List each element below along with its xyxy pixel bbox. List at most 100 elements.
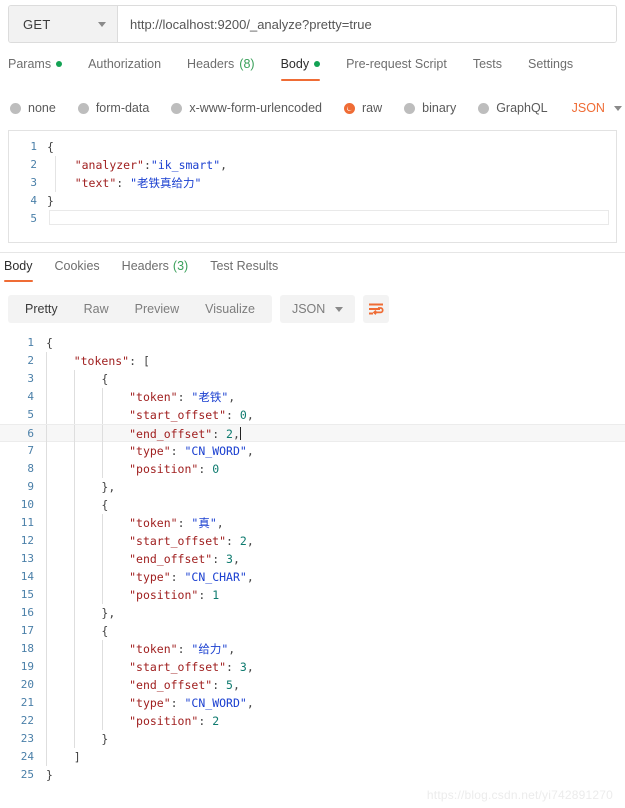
code-text: "tokens": [ bbox=[46, 352, 625, 370]
indent-guide bbox=[73, 658, 75, 676]
code-line[interactable]: 14 "type": "CN_CHAR", bbox=[0, 568, 625, 586]
tab-headers[interactable]: Headers (8) bbox=[187, 55, 255, 81]
body-type-form-data[interactable]: form-data bbox=[77, 101, 149, 115]
code-line[interactable]: 7 "type": "CN_WORD", bbox=[0, 442, 625, 460]
http-method-dropdown[interactable]: GET bbox=[9, 6, 118, 42]
response-tab-test-results[interactable]: Test Results bbox=[210, 257, 278, 282]
radio-selected-icon bbox=[344, 102, 355, 114]
response-tab-test-results-label: Test Results bbox=[210, 259, 279, 273]
code-line[interactable]: 4} bbox=[9, 192, 616, 210]
code-line[interactable]: 15 "position": 1 bbox=[0, 586, 625, 604]
code-line[interactable]: 23 } bbox=[0, 730, 625, 748]
code-line[interactable]: 24 ] bbox=[0, 748, 625, 766]
indent-guide bbox=[101, 514, 103, 532]
body-type-binary[interactable]: binary bbox=[404, 101, 456, 115]
response-tab-body-label: Body bbox=[4, 259, 33, 273]
code-line[interactable]: 16 }, bbox=[0, 604, 625, 622]
code-text: "token": "给力", bbox=[46, 640, 625, 658]
code-line[interactable]: 3 "text": "老铁真给力" bbox=[9, 174, 616, 192]
tab-body[interactable]: Body bbox=[280, 55, 321, 81]
body-type-graphql[interactable]: GraphQL bbox=[478, 101, 548, 115]
indent-guide bbox=[73, 622, 75, 640]
response-view-toggle-group: Pretty Raw Preview Visualize bbox=[8, 295, 272, 323]
line-number: 17 bbox=[20, 624, 34, 637]
tab-authorization[interactable]: Authorization bbox=[88, 55, 161, 81]
code-line[interactable]: 5 bbox=[9, 210, 616, 228]
request-tab-bar: Params Authorization Headers (8) Body Pr… bbox=[8, 55, 617, 89]
code-token: "type" bbox=[129, 696, 171, 710]
indent-guide bbox=[101, 425, 103, 443]
body-type-binary-label: binary bbox=[422, 101, 457, 115]
line-number: 1 bbox=[27, 336, 34, 349]
body-format-label: JSON bbox=[571, 101, 605, 115]
code-line[interactable]: 17 { bbox=[0, 622, 625, 640]
code-line[interactable]: 4 "token": "老铁", bbox=[0, 388, 625, 406]
code-line[interactable]: 10 { bbox=[0, 496, 625, 514]
code-token: : bbox=[177, 516, 192, 530]
code-line[interactable]: 1{ bbox=[9, 138, 616, 156]
body-type-raw-label: raw bbox=[362, 101, 383, 115]
body-format-dropdown[interactable]: JSON bbox=[572, 101, 622, 115]
indent-guide bbox=[101, 460, 103, 478]
view-raw-button[interactable]: Raw bbox=[71, 295, 122, 323]
request-body-editor[interactable]: 1{2 "analyzer":"ik_smart", 3 "text": "老铁真… bbox=[8, 130, 617, 243]
indent-guide bbox=[73, 730, 75, 748]
tab-settings[interactable]: Settings bbox=[528, 55, 573, 81]
code-line[interactable]: 9 }, bbox=[0, 478, 625, 496]
view-preview-button[interactable]: Preview bbox=[122, 295, 192, 323]
code-line[interactable]: 12 "start_offset": 2, bbox=[0, 532, 625, 550]
code-text: }, bbox=[46, 604, 625, 622]
code-line[interactable]: 1{ bbox=[0, 334, 625, 352]
code-token: : [ bbox=[129, 354, 150, 368]
code-token: : bbox=[143, 158, 151, 172]
code-line[interactable]: 19 "start_offset": 3, bbox=[0, 658, 625, 676]
body-type-raw[interactable]: raw bbox=[344, 101, 382, 115]
url-input[interactable]: http://localhost:9200/_analyze?pretty=tr… bbox=[118, 6, 616, 42]
response-tab-cookies[interactable]: Cookies bbox=[55, 257, 100, 282]
tab-tests[interactable]: Tests bbox=[473, 55, 502, 81]
indent-guide bbox=[46, 352, 47, 370]
indent-guide bbox=[46, 730, 47, 748]
view-pretty-button[interactable]: Pretty bbox=[12, 295, 71, 323]
body-type-none[interactable]: none bbox=[10, 101, 56, 115]
code-line[interactable]: 13 "end_offset": 3, bbox=[0, 550, 625, 568]
word-wrap-button[interactable] bbox=[363, 295, 390, 323]
code-line[interactable]: 2 "analyzer":"ik_smart", bbox=[9, 156, 616, 174]
line-number: 11 bbox=[20, 516, 34, 529]
response-format-dropdown[interactable]: JSON bbox=[279, 295, 356, 323]
tab-params[interactable]: Params bbox=[8, 55, 63, 81]
indent-guide bbox=[73, 406, 75, 424]
code-token: 5 bbox=[226, 678, 233, 692]
response-tab-headers[interactable]: Headers (3) bbox=[122, 257, 189, 282]
view-visualize-button[interactable]: Visualize bbox=[192, 295, 268, 323]
tab-pre-request-script[interactable]: Pre-request Script bbox=[346, 55, 447, 81]
code-token: : bbox=[226, 408, 240, 422]
code-line[interactable]: 25} bbox=[0, 766, 625, 782]
indent-guide bbox=[46, 478, 47, 496]
code-line[interactable]: 21 "type": "CN_WORD", bbox=[0, 694, 625, 712]
line-number: 19 bbox=[20, 660, 34, 673]
code-line[interactable]: 2 "tokens": [ bbox=[0, 352, 625, 370]
code-token: , bbox=[228, 642, 236, 656]
body-type-urlencoded[interactable]: x-www-form-urlencoded bbox=[171, 101, 322, 115]
response-body-editor[interactable]: 1{2 "tokens": [3 {4 "token": "老铁", 5 "sta… bbox=[0, 334, 625, 782]
code-line[interactable]: 8 "position": 0 bbox=[0, 460, 625, 478]
indent-guide bbox=[46, 604, 47, 622]
code-line[interactable]: 6 "end_offset": 2, bbox=[0, 424, 625, 443]
code-text: }, bbox=[46, 478, 625, 496]
params-indicator-dot bbox=[56, 61, 63, 67]
empty-line-box bbox=[49, 210, 609, 225]
code-line[interactable]: 3 { bbox=[0, 370, 625, 388]
code-line[interactable]: 22 "position": 2 bbox=[0, 712, 625, 730]
code-line[interactable]: 5 "start_offset": 0, bbox=[0, 406, 625, 424]
response-tab-body[interactable]: Body bbox=[4, 257, 33, 282]
code-line[interactable]: 18 "token": "给力", bbox=[0, 640, 625, 658]
radio-icon bbox=[171, 102, 183, 114]
code-token: : bbox=[198, 714, 213, 728]
code-line[interactable]: 20 "end_offset": 5, bbox=[0, 676, 625, 694]
indent-guide bbox=[73, 712, 75, 730]
code-line[interactable]: 11 "token": "真", bbox=[0, 514, 625, 532]
